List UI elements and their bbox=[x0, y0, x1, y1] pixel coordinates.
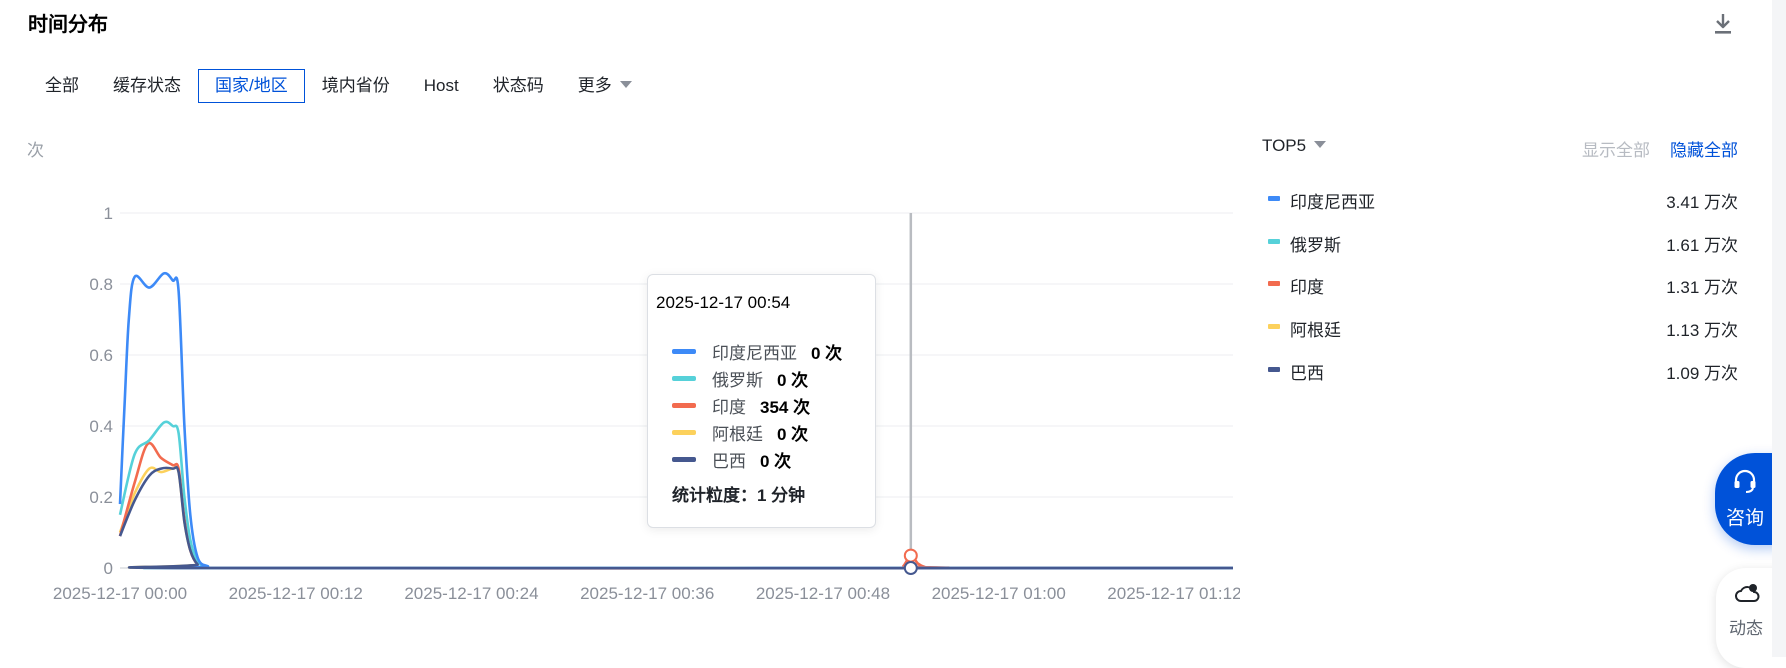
tooltip-row: 印度尼西亚 0 次 bbox=[672, 339, 842, 363]
series-swatch bbox=[672, 429, 696, 435]
y-tick-label: 0 bbox=[104, 559, 113, 578]
chevron-down-icon bbox=[619, 81, 632, 89]
legend-item-name: 阿根廷 bbox=[1290, 321, 1341, 340]
series-swatch bbox=[672, 348, 696, 354]
legend-item-argentina[interactable]: 阿根廷 1.13 万次 bbox=[1268, 312, 1738, 340]
download-icon[interactable] bbox=[1712, 12, 1734, 36]
y-axis-unit: 次 bbox=[27, 141, 44, 160]
tab-status-code[interactable]: 状态码 bbox=[476, 69, 561, 103]
tab-label: 缓存状态 bbox=[113, 76, 181, 95]
legend-item-india[interactable]: 印度 1.31 万次 bbox=[1268, 269, 1738, 297]
tooltip-series-value: 0 次 bbox=[760, 451, 792, 471]
series-swatch bbox=[1268, 196, 1280, 201]
y-tick-label: 0.6 bbox=[89, 346, 113, 365]
hide-all-button[interactable]: 隐藏全部 bbox=[1670, 136, 1738, 161]
tab-country-region[interactable]: 国家/地区 bbox=[198, 69, 305, 103]
time-distribution-chart[interactable]: 0 0.2 0.4 0.6 0.8 1 2025-12-17 00:00 2025-12-17… bbox=[0, 160, 1240, 620]
hover-point-marker bbox=[903, 548, 918, 563]
x-tick-label: 2025-12-17 00:00 bbox=[53, 584, 187, 603]
dimension-tabs: 全部 缓存状态 国家/地区 境内省份 Host 状态码 更多 bbox=[28, 69, 649, 103]
legend-item-value: 1.61 万次 bbox=[1666, 236, 1738, 255]
series-swatch bbox=[672, 402, 696, 408]
series-swatch bbox=[1268, 239, 1280, 244]
tab-all[interactable]: 全部 bbox=[28, 69, 96, 103]
legend-item-name: 巴西 bbox=[1290, 364, 1324, 383]
consult-label: 咨询 bbox=[1725, 508, 1764, 529]
cloud-bell-icon bbox=[1735, 584, 1760, 602]
hover-point-marker bbox=[903, 561, 918, 575]
x-tick-label: 2025-12-17 00:24 bbox=[404, 584, 538, 603]
top-n-label: TOP5 bbox=[1262, 136, 1307, 155]
y-tick-label: 0.4 bbox=[89, 417, 113, 436]
tooltip-series-name: 俄罗斯 bbox=[712, 370, 763, 390]
legend-item-name: 印度尼西亚 bbox=[1290, 193, 1375, 212]
tooltip-granularity: 统计粒度：1 分钟 bbox=[672, 486, 806, 505]
tooltip-row: 巴西 0 次 bbox=[672, 447, 791, 471]
legend-item-value: 3.41 万次 bbox=[1666, 193, 1738, 212]
tooltip-series-name: 印度 bbox=[712, 397, 746, 417]
page-scrollbar[interactable] bbox=[1772, 0, 1786, 657]
x-tick-label: 2025-12-17 01:12 bbox=[1107, 584, 1240, 603]
tooltip-series-value: 0 次 bbox=[811, 343, 843, 363]
legend-item-name: 俄罗斯 bbox=[1290, 236, 1341, 255]
y-tick-label: 0.8 bbox=[89, 275, 113, 294]
tooltip-series-name: 阿根廷 bbox=[712, 424, 763, 444]
x-tick-label: 2025-12-17 00:48 bbox=[756, 584, 890, 603]
dynamic-label: 动态 bbox=[1729, 619, 1763, 638]
legend-item-russia[interactable]: 俄罗斯 1.61 万次 bbox=[1268, 227, 1738, 255]
tab-province[interactable]: 境内省份 bbox=[305, 69, 407, 103]
tooltip-row: 印度 354 次 bbox=[672, 393, 810, 417]
tab-label: 全部 bbox=[45, 76, 79, 95]
tab-label: Host bbox=[423, 76, 459, 95]
chart-tooltip: 2025-12-17 00:54 印度尼西亚 0 次 俄罗斯 0 次 印度 35… bbox=[647, 274, 876, 528]
tooltip-series-name: 巴西 bbox=[712, 451, 746, 471]
legend-item-value: 1.13 万次 bbox=[1666, 321, 1738, 340]
y-tick-label: 1 bbox=[104, 204, 113, 223]
tab-cache-status[interactable]: 缓存状态 bbox=[96, 69, 198, 103]
legend-item-value: 1.31 万次 bbox=[1666, 278, 1738, 297]
tooltip-series-value: 0 次 bbox=[777, 370, 809, 390]
x-tick-label: 2025-12-17 00:12 bbox=[229, 584, 363, 603]
series-swatch bbox=[672, 375, 696, 381]
series-swatch bbox=[672, 456, 696, 462]
tooltip-row: 俄罗斯 0 次 bbox=[672, 366, 808, 390]
x-tick-label: 2025-12-17 01:00 bbox=[932, 584, 1066, 603]
legend-item-indonesia[interactable]: 印度尼西亚 3.41 万次 bbox=[1268, 184, 1738, 212]
tooltip-series-value: 354 次 bbox=[760, 397, 811, 417]
page-title: 时间分布 bbox=[28, 14, 108, 36]
x-tick-label: 2025-12-17 00:36 bbox=[580, 584, 714, 603]
chevron-down-icon bbox=[1314, 141, 1327, 149]
show-all-button[interactable]: 显示全部 bbox=[1582, 136, 1650, 161]
tab-label: 更多 bbox=[577, 76, 612, 95]
headset-icon bbox=[1734, 469, 1756, 493]
series-swatch bbox=[1268, 367, 1280, 372]
top-n-selector[interactable]: TOP5 bbox=[1262, 136, 1327, 156]
legend-item-value: 1.09 万次 bbox=[1666, 364, 1738, 383]
tooltip-series-value: 0 次 bbox=[777, 424, 809, 444]
legend-item-brazil[interactable]: 巴西 1.09 万次 bbox=[1268, 355, 1738, 383]
tab-label: 境内省份 bbox=[321, 76, 390, 95]
tab-more[interactable]: 更多 bbox=[561, 69, 649, 103]
tab-label: 状态码 bbox=[492, 76, 544, 95]
tab-label: 国家/地区 bbox=[215, 76, 288, 95]
tooltip-series-name: 印度尼西亚 bbox=[712, 343, 797, 363]
series-swatch bbox=[1268, 281, 1280, 286]
legend-item-name: 印度 bbox=[1290, 278, 1324, 297]
tooltip-time: 2025-12-17 00:54 bbox=[656, 293, 791, 312]
tooltip-row: 阿根廷 0 次 bbox=[672, 420, 808, 444]
tab-host[interactable]: Host bbox=[407, 69, 476, 103]
series-swatch bbox=[1268, 324, 1280, 329]
y-tick-label: 0.2 bbox=[89, 488, 113, 507]
